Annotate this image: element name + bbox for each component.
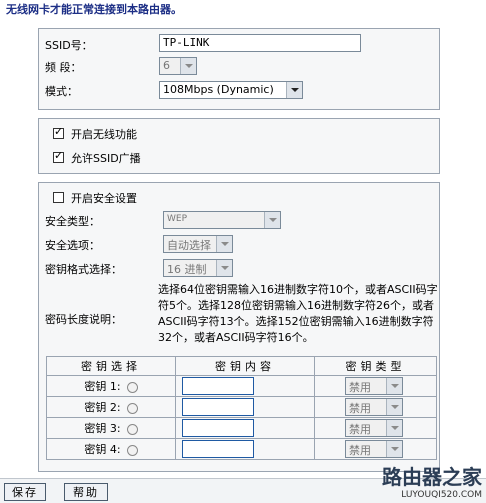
key-row-label: 密钥 3: [84,422,121,435]
enable-wireless-checkbox[interactable] [53,125,64,139]
save-button[interactable]: 保存 [4,483,46,501]
mode-label: 模式： [45,85,78,98]
ssid-label: SSID号： [45,39,93,52]
mode-value: 108Mbps (Dynamic) [163,83,274,96]
key-1-input[interactable] [182,377,254,395]
watermark-title: 路由器之家 [382,465,482,489]
key-3-radio[interactable] [126,423,138,435]
key-2-radio[interactable] [126,402,138,414]
key-4-radio[interactable] [126,444,138,456]
chevron-down-icon [216,236,232,252]
security-type-label: 安全类型： [45,215,100,228]
chevron-down-icon [386,378,402,394]
key-1-radio[interactable] [126,381,138,393]
enable-security-checkbox[interactable] [53,192,64,203]
allow-ssid-broadcast-checkbox[interactable] [53,149,64,163]
table-row: 密钥 2: 禁用 [46,396,437,418]
key-3-input[interactable] [182,419,254,437]
key-4-input[interactable] [182,440,254,458]
security-type-select[interactable]: WEP [163,211,281,229]
key-row-label: 密钥 4: [84,443,121,456]
basic-settings-group: SSID号： TP-LINK 频 段： 6 模式： 108Mbps (Dynam… [38,28,440,110]
keys-header-select: 密钥选择 [46,356,176,376]
notice-text: 无线网卡才能正常连接到本路由器。 [6,3,182,16]
chevron-down-icon [286,82,302,98]
key-format-select[interactable]: 16 进制 [163,259,233,277]
channel-value: 6 [163,59,170,72]
allow-ssid-broadcast-label: 允许SSID广播 [71,152,141,165]
security-type-value: WEP [167,214,188,224]
chevron-down-icon [386,399,402,415]
channel-label: 频 段： [45,61,82,74]
key-row-label: 密钥 1: [84,380,121,393]
table-row: 密钥 4: 禁用 [46,438,437,460]
key-1-type-select[interactable]: 禁用 [345,377,403,395]
chevron-down-icon [216,260,232,276]
security-option-label: 安全选项： [45,239,100,252]
key-3-type-select[interactable]: 禁用 [345,419,403,437]
key-3-type-value: 禁用 [349,423,371,436]
key-4-type-value: 禁用 [349,444,371,457]
key-1-type-value: 禁用 [349,381,371,394]
watermark: 路由器之家 LUYOUQI520.COM [382,461,482,500]
wireless-options-group: 开启无线功能 允许SSID广播 [38,118,440,174]
key-length-label: 密码长度说明： [45,313,122,326]
table-row: 密钥 3: 禁用 [46,417,437,439]
key-length-description: 选择64位密钥需输入16进制数字符10个，或者ASCII码字符5个。选择128位… [158,283,438,344]
mode-select[interactable]: 108Mbps (Dynamic) [159,81,303,99]
keys-header-content: 密钥内容 [175,356,315,376]
keys-header-type: 密钥类型 [314,356,437,376]
key-2-type-select[interactable]: 禁用 [345,398,403,416]
watermark-url: LUYOUQI520.COM [401,490,482,500]
chevron-down-icon [386,441,402,457]
chevron-down-icon [264,212,280,228]
key-4-type-select[interactable]: 禁用 [345,440,403,458]
key-format-value: 16 进制 [167,263,207,276]
ssid-input[interactable]: TP-LINK [159,34,361,52]
key-format-label: 密钥格式选择： [45,263,122,276]
key-row-label: 密钥 2: [84,401,121,414]
key-2-input[interactable] [182,398,254,416]
chevron-down-icon [386,420,402,436]
keys-table: 密钥选择 密钥内容 密钥类型 密钥 1: 禁用 密钥 2: 禁用 密钥 3: 禁… [46,356,437,460]
security-option-value: 自动选择 [167,239,211,252]
key-2-type-value: 禁用 [349,402,371,415]
help-button[interactable]: 帮助 [64,483,108,501]
enable-wireless-label: 开启无线功能 [71,128,137,141]
enable-security-label: 开启安全设置 [71,192,137,205]
table-row: 密钥 1: 禁用 [46,375,437,397]
security-option-select[interactable]: 自动选择 [163,235,233,253]
chevron-down-icon [180,58,196,74]
channel-select[interactable]: 6 [159,57,197,75]
